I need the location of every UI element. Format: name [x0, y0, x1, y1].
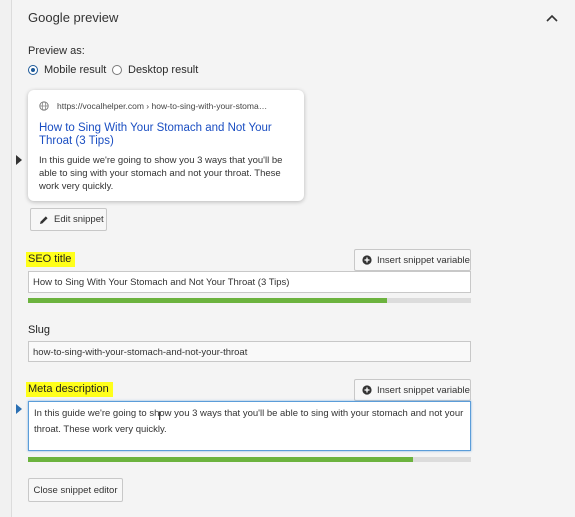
radio-mobile[interactable]	[28, 65, 38, 75]
slug-input[interactable]: how-to-sing-with-your-stomach-and-not-yo…	[28, 341, 471, 362]
meta-description-textarea[interactable]: In this guide we're going to show you 3 …	[28, 401, 471, 451]
insert-variable-label: Insert snippet variable	[377, 384, 470, 396]
close-snippet-editor-button[interactable]: Close snippet editor	[28, 478, 123, 502]
close-snippet-editor-label: Close snippet editor	[33, 484, 118, 496]
chevron-up-icon[interactable]	[545, 12, 559, 24]
desktop-result-label: Desktop result	[128, 64, 199, 76]
section-title: Google preview	[28, 10, 119, 25]
desktop-result-option[interactable]: Desktop result	[112, 64, 198, 76]
radio-desktop[interactable]	[112, 65, 122, 75]
insert-snippet-variable-button-title[interactable]: Insert snippet variable	[354, 249, 471, 271]
caret-right-icon	[16, 404, 22, 414]
text-cursor-icon: I	[158, 409, 162, 423]
seo-title-progress	[28, 298, 471, 303]
seo-title-progress-fill	[28, 298, 387, 303]
insert-snippet-variable-button-meta[interactable]: Insert snippet variable	[354, 379, 471, 401]
seo-title-label: SEO title	[26, 252, 76, 267]
snippet-url: https://vocalhelper.com › how-to-sing-wi…	[57, 101, 268, 111]
meta-description-progress-fill	[28, 457, 414, 462]
mobile-snippet-preview[interactable]: https://vocalhelper.com › how-to-sing-wi…	[28, 90, 304, 201]
snippet-url-row: https://vocalhelper.com › how-to-sing-wi…	[39, 101, 267, 111]
meta-description-progress	[28, 457, 471, 462]
slug-label: Slug	[28, 324, 51, 336]
caret-right-icon	[16, 155, 22, 165]
seo-title-input[interactable]: How to Sing With Your Stomach and Not Yo…	[28, 271, 471, 293]
preview-as-label: Preview as:	[28, 45, 85, 57]
pencil-icon	[40, 215, 48, 224]
edit-snippet-button[interactable]: Edit snippet	[30, 208, 107, 231]
mobile-result-label: Mobile result	[44, 64, 107, 76]
globe-icon	[39, 101, 49, 111]
edit-snippet-label: Edit snippet	[54, 214, 104, 225]
mobile-result-option[interactable]: Mobile result	[28, 64, 106, 76]
snippet-title[interactable]: How to Sing With Your Stomach and Not Yo…	[39, 122, 289, 148]
plus-circle-icon	[362, 385, 372, 395]
insert-variable-label: Insert snippet variable	[377, 254, 470, 266]
plus-circle-icon	[362, 255, 372, 265]
meta-description-label: Meta description	[26, 382, 113, 397]
snippet-description: In this guide we're going to show you 3 …	[39, 155, 283, 192]
